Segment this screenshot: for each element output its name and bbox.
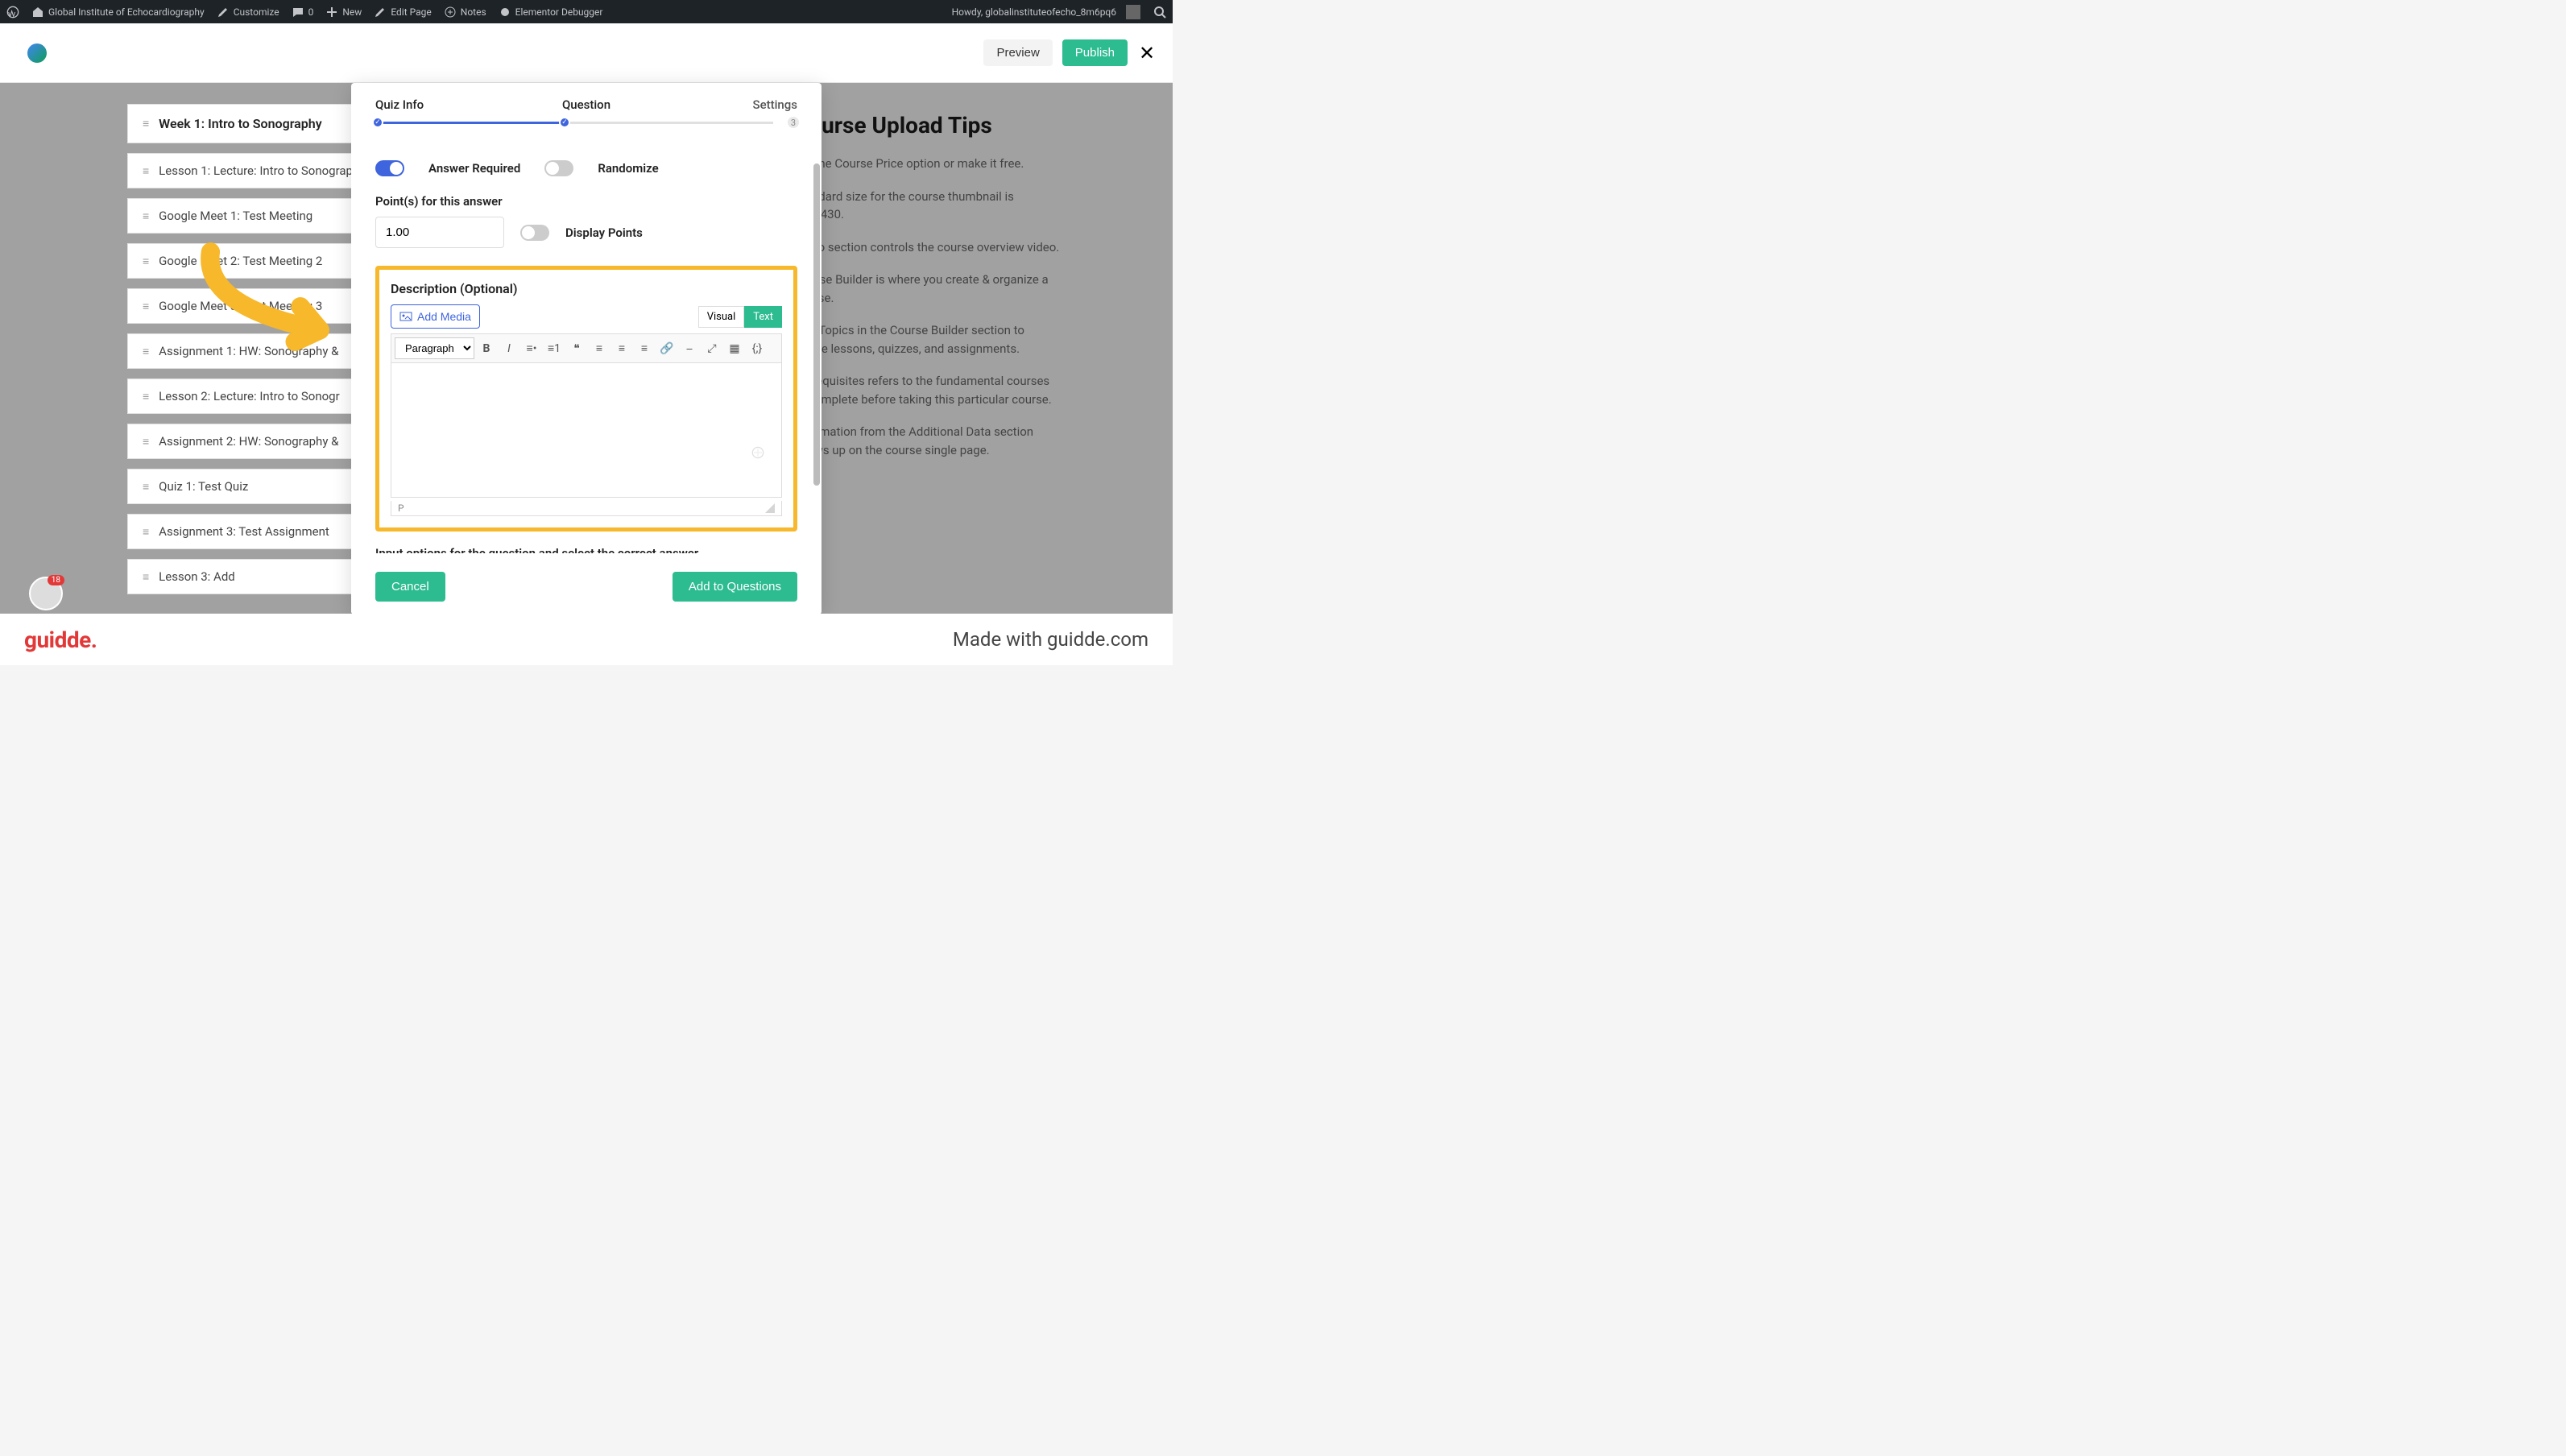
- step-settings[interactable]: Settings: [656, 97, 797, 112]
- points-input[interactable]: [375, 217, 504, 248]
- tip-text: Add Topics in the Course Builder section…: [794, 321, 1060, 358]
- number-list-icon[interactable]: ≡1: [544, 338, 565, 359]
- italic-icon[interactable]: I: [499, 338, 519, 359]
- drag-handle-icon[interactable]: ≡: [143, 525, 149, 539]
- drag-handle-icon[interactable]: ≡: [143, 435, 149, 449]
- tip-text: Set the Course Price option or make it f…: [794, 155, 1060, 173]
- guidde-avatar[interactable]: 18: [29, 577, 63, 610]
- step-dot-check-icon: ✓: [559, 117, 570, 128]
- ai-sparkle-icon[interactable]: [750, 445, 766, 461]
- drag-handle-icon[interactable]: ≡: [143, 570, 149, 584]
- toolbar-toggle-icon[interactable]: ▦: [724, 338, 745, 359]
- align-center-icon[interactable]: ≡: [611, 338, 632, 359]
- drag-handle-icon[interactable]: ≡: [143, 300, 149, 313]
- tip-text: Standard size for the course thumbnail i…: [794, 188, 1060, 224]
- wp-notes[interactable]: Notes: [445, 6, 486, 18]
- step-question[interactable]: Question: [516, 97, 657, 112]
- answer-required-label: Answer Required: [428, 161, 520, 176]
- drag-handle-icon[interactable]: ≡: [143, 480, 149, 494]
- notification-badge: 18: [48, 575, 64, 585]
- description-textarea[interactable]: [391, 362, 782, 498]
- add-media-button[interactable]: Add Media: [391, 304, 480, 329]
- shortcode-icon[interactable]: {;}: [747, 338, 768, 359]
- app-logo-icon: [27, 43, 47, 63]
- drag-handle-icon[interactable]: ≡: [143, 345, 149, 358]
- drag-handle-icon[interactable]: ≡: [143, 254, 149, 268]
- modal-stepper: Quiz Info Question Settings ✓ ✓ 3: [351, 83, 822, 118]
- rte-toolbar: Paragraph B I ≡• ≡1 ❝ ≡ ≡ ≡ 🔗 ⎯ ⤢ ▦ {;}: [391, 333, 782, 362]
- resize-handle-icon[interactable]: [765, 503, 775, 513]
- wp-edit-page[interactable]: Edit Page: [375, 6, 431, 18]
- wp-howdy[interactable]: Howdy, globalinstituteofecho_8m6pq6: [952, 5, 1140, 19]
- step-remaining-line: [569, 122, 773, 124]
- tips-panel: Course Upload Tips Set the Course Price …: [794, 112, 1060, 474]
- randomize-toggle[interactable]: [544, 160, 573, 176]
- tip-text: Video section controls the course overvi…: [794, 238, 1060, 257]
- visual-tab[interactable]: Visual: [698, 306, 745, 328]
- drag-handle-icon[interactable]: ≡: [143, 117, 149, 130]
- publish-button[interactable]: Publish: [1062, 39, 1128, 66]
- readmore-icon[interactable]: ⎯: [679, 338, 700, 359]
- answer-options-prompt: Input options for the question and selec…: [375, 546, 797, 553]
- text-tab[interactable]: Text: [744, 306, 782, 328]
- drag-handle-icon[interactable]: ≡: [143, 164, 149, 178]
- cancel-button[interactable]: Cancel: [375, 572, 445, 602]
- link-icon[interactable]: 🔗: [656, 338, 677, 359]
- search-icon[interactable]: [1153, 6, 1166, 19]
- paragraph-select[interactable]: Paragraph: [395, 337, 474, 359]
- description-editor-highlight: Description (Optional) Add Media Visual …: [375, 266, 797, 532]
- bold-icon[interactable]: B: [476, 338, 497, 359]
- element-path: P: [398, 503, 404, 514]
- tips-title: Course Upload Tips: [794, 112, 1060, 139]
- wp-debugger[interactable]: Elementor Debugger: [499, 6, 603, 18]
- step-dot-check-icon: ✓: [372, 117, 383, 128]
- fullscreen-icon[interactable]: ⤢: [702, 338, 722, 359]
- description-label: Description (Optional): [391, 281, 782, 296]
- step-quiz-info[interactable]: Quiz Info: [375, 97, 516, 112]
- tip-text: Information from the Additional Data sec…: [794, 423, 1060, 459]
- wp-admin-bar: Global Institute of Echocardiography Cus…: [0, 0, 1173, 23]
- preview-button[interactable]: Preview: [983, 39, 1052, 66]
- wp-site-name[interactable]: Global Institute of Echocardiography: [32, 6, 205, 18]
- quote-icon[interactable]: ❝: [566, 338, 587, 359]
- answer-required-toggle[interactable]: [375, 160, 404, 176]
- close-icon[interactable]: ✕: [1137, 43, 1157, 63]
- display-points-toggle[interactable]: [520, 225, 549, 241]
- step-dot-number: 3: [786, 115, 801, 130]
- randomize-label: Randomize: [598, 161, 658, 176]
- wp-logo-icon[interactable]: [6, 6, 19, 19]
- bullet-list-icon[interactable]: ≡•: [521, 338, 542, 359]
- scrollbar[interactable]: [813, 163, 820, 486]
- sidebar-header-label: Week 1: Intro to Sonography: [159, 116, 321, 131]
- points-label: Point(s) for this answer: [375, 194, 797, 209]
- tip-text: Course Builder is where you create & org…: [794, 271, 1060, 307]
- drag-handle-icon[interactable]: ≡: [143, 209, 149, 223]
- guidde-logo: guidde.: [24, 627, 97, 653]
- wp-new[interactable]: New: [326, 6, 362, 18]
- drag-handle-icon[interactable]: ≡: [143, 390, 149, 403]
- question-modal: Quiz Info Question Settings ✓ ✓ 3 Answer…: [351, 83, 822, 614]
- tip-text: Prerequisites refers to the fundamental …: [794, 372, 1060, 408]
- editor-toolbar: Preview Publish ✕: [0, 23, 1173, 83]
- media-icon: [399, 310, 412, 323]
- guidde-attribution: Made with guidde.com: [953, 628, 1148, 651]
- guidde-footer: guidde. Made with guidde.com: [0, 614, 1173, 665]
- wp-comments[interactable]: 0: [292, 6, 314, 18]
- wp-customize[interactable]: Customize: [217, 6, 279, 18]
- add-to-questions-button[interactable]: Add to Questions: [673, 572, 797, 602]
- display-points-label: Display Points: [565, 225, 643, 240]
- align-left-icon[interactable]: ≡: [589, 338, 610, 359]
- align-right-icon[interactable]: ≡: [634, 338, 655, 359]
